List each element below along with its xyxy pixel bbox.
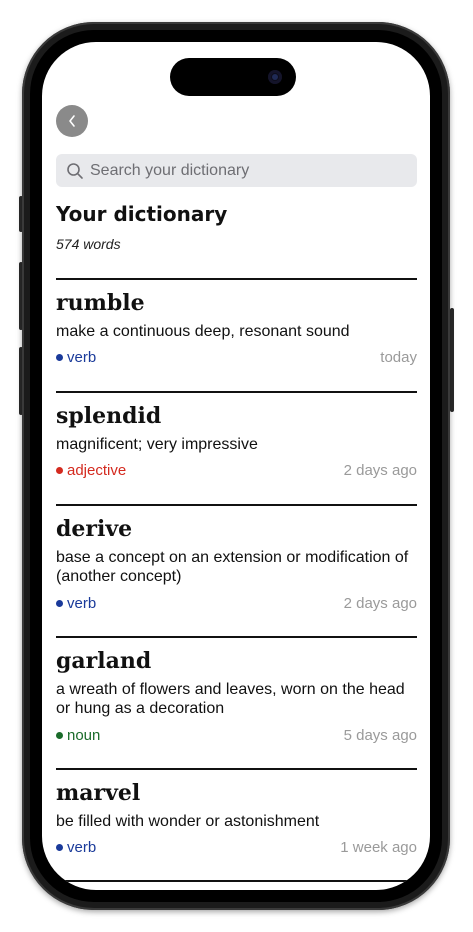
entry-definition: make a continuous deep, resonant sound xyxy=(56,323,350,340)
dynamic-island xyxy=(170,58,296,96)
app-screen: Your dictionary 574 words rumble make a … xyxy=(42,42,430,890)
word-entry-garland[interactable]: garland a wreath of flowers and leaves, … xyxy=(56,636,417,768)
part-of-speech-label: verb xyxy=(67,839,97,856)
entry-definition: base a concept on an extension or modifi… xyxy=(56,549,409,585)
added-date: 5 days ago xyxy=(343,727,417,744)
added-date: today xyxy=(380,349,417,366)
entry-word: marvel xyxy=(56,780,141,806)
entry-word: splendid xyxy=(56,403,162,429)
search-input[interactable] xyxy=(90,154,410,187)
search-bar[interactable] xyxy=(56,154,417,187)
added-date: 1 week ago xyxy=(340,839,417,856)
entry-definition: magnificent; very impressive xyxy=(56,436,258,453)
added-date: 2 days ago xyxy=(343,462,417,479)
part-of-speech-dot xyxy=(56,844,63,851)
part-of-speech-tag: verb xyxy=(56,349,96,366)
power-button xyxy=(450,308,454,412)
part-of-speech-dot xyxy=(56,354,63,361)
chevron-left-icon xyxy=(69,115,75,127)
added-date: 2 days ago xyxy=(343,595,417,612)
word-entry-splendid[interactable]: splendid magnificent; very impressive ad… xyxy=(56,391,417,504)
part-of-speech-label: adjective xyxy=(67,462,127,479)
entry-word: rumble xyxy=(56,290,145,316)
word-entry-marvel[interactable]: marvel be filled with wonder or astonish… xyxy=(56,768,417,880)
page-title: Your dictionary xyxy=(56,202,228,226)
phone-bezel: Your dictionary 574 words rumble make a … xyxy=(30,30,442,902)
part-of-speech-label: verb xyxy=(67,349,97,366)
word-count: 574 words xyxy=(56,236,121,252)
entry-definition: a wreath of flowers and leaves, worn on … xyxy=(56,681,405,717)
list-divider xyxy=(56,880,417,882)
entry-word: garland xyxy=(56,648,152,674)
part-of-speech-tag: adjective xyxy=(56,462,126,479)
back-button[interactable] xyxy=(56,105,88,137)
part-of-speech-dot xyxy=(56,467,63,474)
phone-frame: Your dictionary 574 words rumble make a … xyxy=(22,22,450,910)
search-icon xyxy=(67,163,83,179)
word-list: rumble make a continuous deep, resonant … xyxy=(56,278,417,880)
part-of-speech-tag: verb xyxy=(56,839,96,856)
entry-definition: be filled with wonder or astonishment xyxy=(56,813,320,830)
word-entry-rumble[interactable]: rumble make a continuous deep, resonant … xyxy=(56,278,417,391)
word-entry-derive[interactable]: derive base a concept on an extension or… xyxy=(56,504,417,636)
part-of-speech-tag: noun xyxy=(56,727,100,744)
entry-word: derive xyxy=(56,516,133,542)
part-of-speech-dot xyxy=(56,732,63,739)
front-camera xyxy=(268,70,282,84)
part-of-speech-tag: verb xyxy=(56,595,96,612)
part-of-speech-label: noun xyxy=(67,727,101,744)
part-of-speech-dot xyxy=(56,600,63,607)
part-of-speech-label: verb xyxy=(67,595,97,612)
